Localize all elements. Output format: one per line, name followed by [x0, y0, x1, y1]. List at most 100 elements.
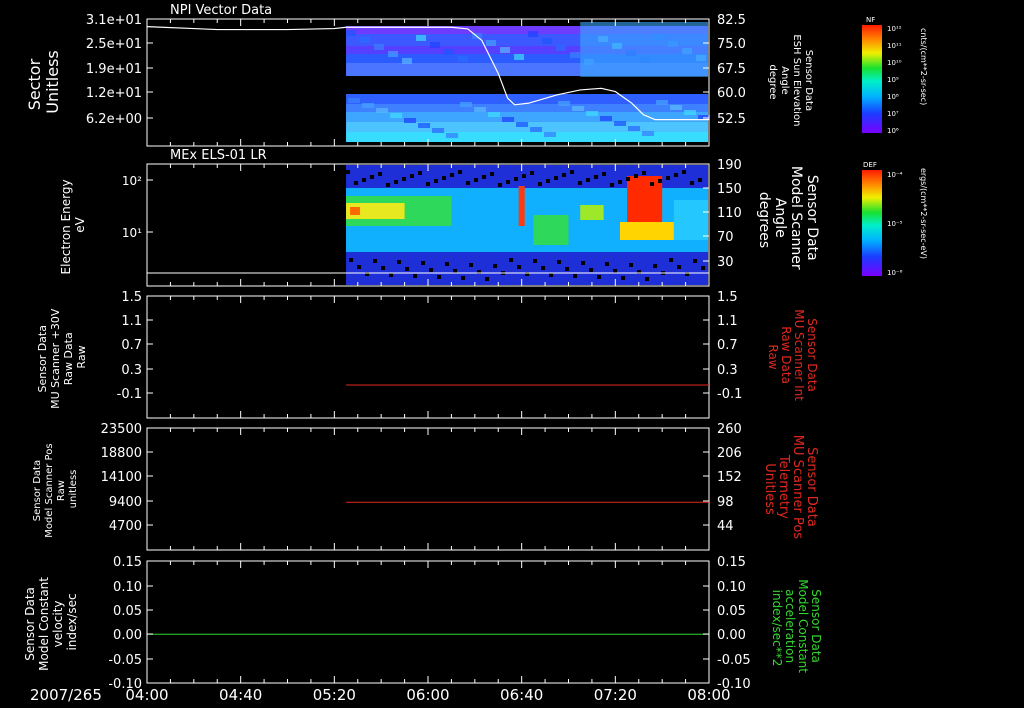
- heat-cell: [614, 121, 627, 126]
- heat-gap: [690, 181, 695, 185]
- heat-cell: [544, 132, 557, 137]
- left-tick-label: -0.1: [117, 387, 142, 402]
- left-tick-label: 0.05: [113, 604, 142, 619]
- heat-cell: [600, 116, 613, 121]
- heat-gap: [381, 266, 386, 270]
- heat-cell: [528, 31, 539, 37]
- panel5-right-label: Sensor Data Model Constant acceleration …: [770, 579, 823, 677]
- heat-gap: [586, 178, 591, 182]
- right-tick-label: 52.5: [717, 112, 746, 127]
- x-axis-labels: 04:00 04:40 05:20 06:00 06:40 07:20 08:00: [125, 686, 730, 704]
- heat-gap: [466, 181, 471, 185]
- nf-colorbar-unit: cnts/(cm**2-sr-sec): [919, 28, 928, 105]
- heat-cell: [558, 101, 571, 106]
- heat-gap: [506, 180, 511, 184]
- colorbar-tick-label: 10¹²: [887, 25, 902, 33]
- left-tick-label: 0.3: [121, 363, 142, 378]
- heat-gap: [445, 262, 450, 266]
- right-tick-label: 70: [717, 230, 734, 245]
- heat-gap: [482, 175, 487, 179]
- left-tick-label: 0.10: [113, 580, 142, 595]
- right-tick-label: 150: [717, 182, 742, 197]
- heat-cell: [446, 133, 459, 138]
- heat-cell: [684, 110, 697, 115]
- heat-gap: [370, 175, 375, 179]
- heat-gap: [621, 276, 626, 280]
- right-tick-label: 260: [717, 422, 742, 437]
- right-tick-label: 0.7: [717, 338, 738, 353]
- colorbar-tick-label: 10⁻⁴: [887, 171, 903, 179]
- heat-cell: [500, 47, 511, 53]
- heat-spot: [350, 207, 361, 215]
- heat-cell: [628, 126, 641, 131]
- x-tick-label: 05:20: [313, 686, 356, 704]
- heat-cell: [474, 107, 487, 112]
- panel3-frame: [146, 295, 710, 419]
- heat-gap: [514, 177, 519, 181]
- heat-gap: [578, 181, 583, 185]
- heat-gap: [653, 264, 658, 268]
- panel5-left-label: Sensor Data Model Constant velocity inde…: [23, 573, 79, 671]
- heat-gap: [589, 268, 594, 272]
- heat-gap: [453, 269, 458, 273]
- heat-gap: [402, 177, 407, 181]
- heat-cell: [402, 58, 413, 64]
- heat-gap: [418, 171, 423, 175]
- heat-gap: [701, 266, 706, 270]
- left-tick-label: 1.9e+01: [86, 62, 142, 77]
- heat-gap: [605, 262, 610, 266]
- heat-blob: [627, 176, 663, 226]
- right-tick-label: 67.5: [717, 62, 746, 77]
- right-tick-label: 75.0: [717, 37, 746, 52]
- heat-gap: [533, 259, 538, 263]
- panel2-title: MEx ELS-01 LR: [170, 148, 267, 163]
- heat-gap: [485, 277, 490, 281]
- colorbar-tick-label: 10⁷: [887, 110, 899, 118]
- heat-gap: [410, 174, 415, 178]
- right-tick-label: 44: [717, 519, 734, 534]
- heat-band: [580, 205, 604, 220]
- heat-gap: [658, 179, 663, 183]
- right-tick-label: 0.05: [717, 604, 746, 619]
- right-tick-label: 1.5: [717, 290, 738, 305]
- heat-gap: [682, 170, 687, 174]
- heat-band: [533, 215, 569, 245]
- heat-gap: [362, 178, 367, 182]
- colorbar-tick-label: 10¹¹: [887, 42, 902, 50]
- right-tick-label: 0.10: [717, 580, 746, 595]
- heat-gap: [554, 176, 559, 180]
- heat-cell: [346, 30, 357, 36]
- panel2-right-label: Sensor Data Model Scanner Angle degrees: [756, 166, 820, 274]
- heat-row: [346, 94, 708, 104]
- heat-cell: [430, 42, 441, 48]
- x-tick-label: 06:00: [406, 686, 449, 704]
- date-label: 2007/265: [30, 686, 102, 704]
- heat-gap: [541, 266, 546, 270]
- right-tick-label: -0.05: [717, 653, 751, 668]
- heat-gap: [538, 182, 543, 186]
- panel3-left-label: Sensor Data MU Scanner +30V Raw Data Raw: [36, 305, 88, 409]
- heat-gap: [677, 265, 682, 269]
- colorbar-tick-label: 10⁶: [887, 127, 899, 135]
- left-tick-label: 0.7: [121, 338, 142, 353]
- heat-gap: [669, 258, 674, 262]
- colorbar-tick-label: 10⁻⁶: [887, 269, 903, 277]
- colorbar-tick-label: 10⁻⁵: [887, 220, 903, 228]
- right-tick-label: 190: [717, 158, 742, 173]
- heat-gap: [434, 179, 439, 183]
- heat-cell: [376, 108, 389, 113]
- x-tick-label: 04:00: [125, 686, 168, 704]
- heat-gap: [597, 275, 602, 279]
- panel4-left-label: Sensor Data Model Scanner Pos Raw unitle…: [32, 440, 79, 537]
- def-colorbar: [862, 170, 882, 276]
- panel1-title: NPI Vector Data: [170, 3, 272, 18]
- left-tick-label: 23500: [101, 422, 142, 437]
- heat-gap: [346, 170, 351, 174]
- heat-cell: [530, 127, 543, 132]
- heat-gap: [626, 177, 631, 181]
- left-tick-label: 2.5e+01: [86, 37, 142, 52]
- left-tick-label: 9400: [109, 495, 142, 510]
- heat-gap: [397, 260, 402, 264]
- npi-heatmap: [346, 22, 711, 142]
- heat-gap: [357, 265, 362, 269]
